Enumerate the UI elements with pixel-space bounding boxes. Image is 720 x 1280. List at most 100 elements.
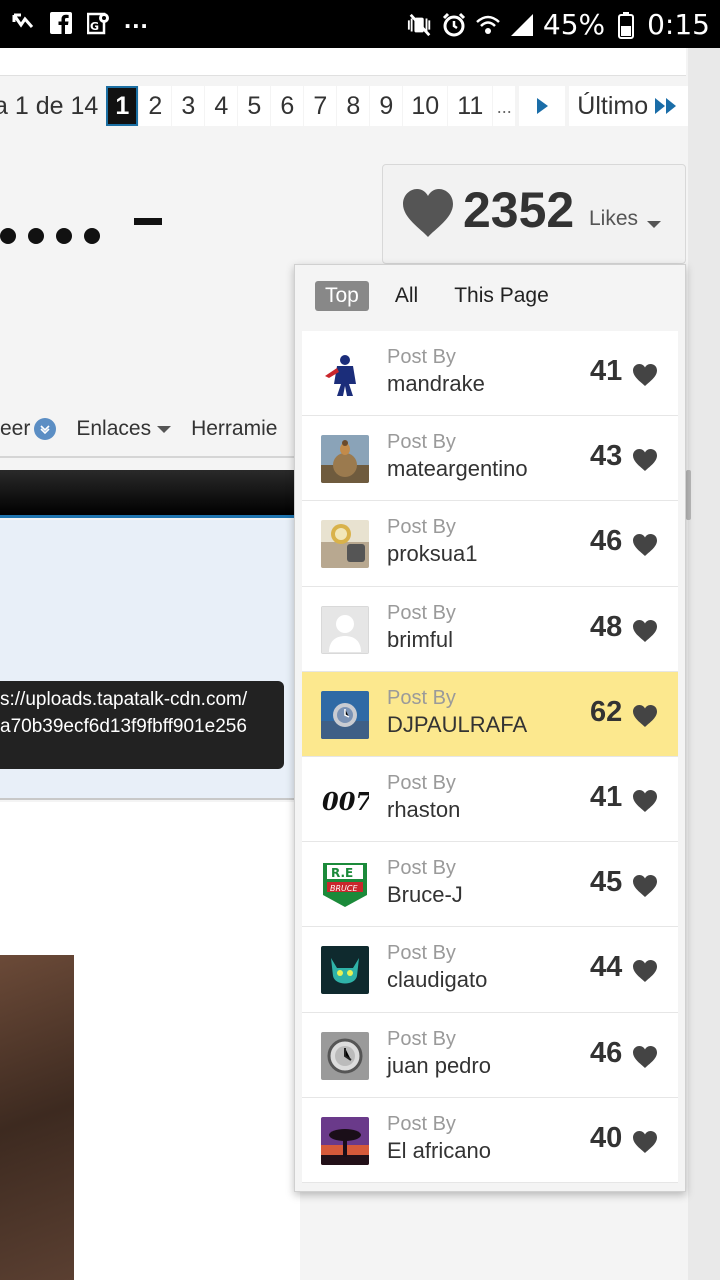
username-link[interactable]: brimful (387, 627, 453, 653)
svg-text:007: 007 (322, 787, 369, 816)
top-post-row[interactable]: Post By brimful 48 (302, 586, 678, 672)
facebook-icon (48, 10, 74, 36)
battery-percent: 45% (542, 8, 606, 41)
svg-text:R.E: R.E (331, 866, 353, 880)
user-avatar[interactable] (321, 435, 369, 484)
signal-icon (509, 12, 535, 38)
page-6-button[interactable]: 6 (271, 86, 304, 126)
username-link[interactable]: El africano (387, 1138, 491, 1164)
page-count-label: a 1 de 14 (0, 91, 99, 120)
tab-this-page[interactable]: This Page (444, 281, 559, 311)
top-post-row[interactable]: Post By juan pedro 46 (302, 1012, 678, 1098)
title-ellipsis-fragment (0, 228, 100, 244)
chevron-down-circle-icon (34, 418, 57, 440)
top-post-row[interactable]: Post By El africano 40 (302, 1097, 678, 1183)
heart-icon (633, 789, 657, 812)
double-arrow-icon (655, 98, 677, 114)
page-scrollbar[interactable] (686, 470, 691, 520)
top-post-row[interactable]: Post By DJPAULRAFA 62 (302, 671, 678, 757)
page-10-button[interactable]: 10 (403, 86, 448, 126)
post-image[interactable] (0, 955, 74, 1280)
last-page-button[interactable]: Último (569, 86, 689, 126)
top-post-row[interactable]: Post By claudigato 44 (302, 927, 678, 1013)
username-link[interactable]: proksua1 (387, 541, 478, 567)
like-count: 48 (590, 610, 623, 643)
top-post-row[interactable]: R.E BRUCE Post By Bruce-J 45 (302, 842, 678, 928)
likes-dropdown: Top All This Page Post By mandrake 41 Post … (294, 264, 686, 1192)
nav-item-leer[interactable]: eer (0, 417, 57, 441)
tooltip-line-2: a70b39ecf6d13f9fbff901e256 (0, 716, 247, 737)
like-count: 45 (590, 866, 623, 899)
caret-down-icon (647, 221, 661, 228)
page-11-button[interactable]: 11 (448, 86, 493, 126)
like-count: 40 (590, 1121, 623, 1154)
user-avatar[interactable] (321, 946, 369, 995)
top-strip (0, 48, 686, 76)
pagination-ellipsis: ... (493, 86, 516, 126)
user-avatar[interactable] (321, 1116, 369, 1165)
user-avatar[interactable]: R.E BRUCE (321, 861, 369, 910)
nav-item-herramientas[interactable]: Herramie (191, 417, 277, 441)
like-count: 46 (590, 1036, 623, 1069)
nav-item-enlaces[interactable]: Enlaces (76, 417, 172, 441)
page-4-button[interactable]: 4 (205, 86, 238, 126)
likes-button[interactable]: 2352 Likes (382, 164, 686, 264)
post-by-label: Post By (387, 346, 456, 368)
username-link[interactable]: Bruce-J (387, 882, 463, 908)
svg-text:G: G (90, 20, 99, 33)
maps-icon: G (86, 10, 112, 36)
more-notifications: ... (124, 3, 149, 34)
likes-tabs: Top All This Page (315, 281, 559, 311)
username-link[interactable]: mandrake (387, 371, 485, 397)
heart-icon (633, 1045, 657, 1068)
username-link[interactable]: DJPAULRAFA (387, 712, 527, 738)
wifi-icon (475, 12, 501, 38)
heart-icon (403, 189, 453, 237)
battery-icon (613, 11, 639, 39)
top-post-row[interactable]: Post By proksua1 46 (302, 501, 678, 587)
top-post-row[interactable]: Post By mandrake 41 (302, 331, 678, 417)
next-arrow-icon (537, 98, 549, 114)
page-1-button[interactable]: 1 (106, 86, 139, 126)
page-3-button[interactable]: 3 (172, 86, 205, 126)
page-9-button[interactable]: 9 (370, 86, 403, 126)
next-page-button[interactable] (519, 86, 566, 126)
top-post-row[interactable]: 007 Post By rhaston 41 (302, 756, 678, 843)
user-avatar[interactable] (321, 350, 369, 398)
last-page-label: Último (577, 91, 649, 120)
missed-call-icon (10, 10, 36, 36)
user-avatar[interactable] (321, 1031, 369, 1080)
heart-icon (633, 364, 657, 386)
top-post-row[interactable]: Post By mateargentino 43 (302, 416, 678, 502)
tab-top[interactable]: Top (315, 281, 369, 311)
page-7-button[interactable]: 7 (304, 86, 337, 126)
post-by-label: Post By (387, 431, 456, 454)
svg-text:BRUCE: BRUCE (330, 884, 358, 893)
username-link[interactable]: claudigato (387, 967, 487, 993)
post-by-label: Post By (387, 686, 456, 709)
caret-down-icon (157, 425, 172, 433)
like-count: 62 (590, 695, 623, 728)
page-2-button[interactable]: 2 (139, 86, 172, 126)
heart-icon (633, 1130, 657, 1153)
nav-item-enlaces-label: Enlaces (76, 417, 152, 440)
user-avatar[interactable] (321, 605, 369, 654)
nav-divider (0, 456, 300, 458)
user-avatar[interactable] (321, 520, 369, 569)
link-tooltip: s://uploads.tapatalk-cdn.com/ a70b39ecf6… (0, 681, 284, 769)
tab-all[interactable]: All (385, 281, 428, 311)
post-by-label: Post By (387, 1027, 456, 1050)
alarm-icon (441, 12, 467, 38)
username-link[interactable]: mateargentino (387, 456, 528, 482)
user-avatar[interactable]: 007 (321, 775, 369, 824)
page-5-button[interactable]: 5 (238, 86, 271, 126)
page-8-button[interactable]: 8 (337, 86, 370, 126)
post-by-label: Post By (387, 601, 456, 624)
username-link[interactable]: juan pedro (387, 1053, 491, 1079)
post-by-label: Post By (387, 857, 456, 880)
user-avatar[interactable] (321, 690, 369, 739)
like-count: 43 (590, 440, 623, 473)
username-link[interactable]: rhaston (387, 797, 460, 823)
heart-icon (633, 534, 657, 557)
heart-icon (633, 875, 657, 898)
